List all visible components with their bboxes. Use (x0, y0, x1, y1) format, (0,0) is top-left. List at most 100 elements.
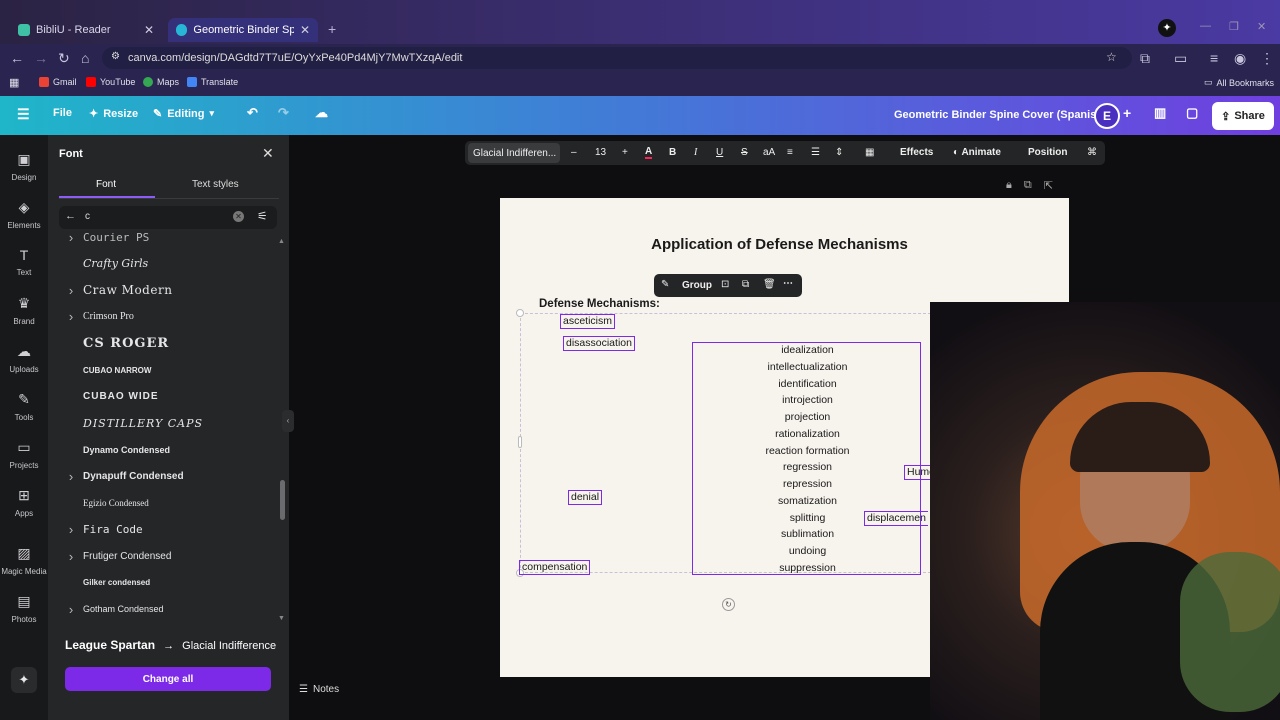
chevron-right-icon[interactable]: › (59, 469, 83, 484)
font-list-item[interactable]: › Dynapuff Condensed (59, 464, 277, 488)
rail-elements[interactable]: ◈ Elements (0, 199, 48, 230)
notes-button[interactable]: ☰ Notes (299, 684, 339, 695)
decrease-size-icon[interactable]: – (571, 147, 577, 158)
duplicate-page-icon[interactable]: ⧉ (1024, 179, 1032, 192)
extensions-icon[interactable]: ⧉ (1140, 50, 1150, 67)
font-list-item[interactable]: Gilker condensed (59, 571, 277, 595)
chevron-right-icon[interactable]: › (59, 231, 83, 245)
chevron-right-icon[interactable]: › (59, 602, 83, 617)
font-list-item[interactable]: CUBAO NARROW (59, 358, 277, 382)
font-list-item[interactable]: › Fira Code (59, 518, 277, 542)
tab-font[interactable]: Font (96, 179, 116, 190)
minimize-icon[interactable]: — (1200, 20, 1211, 32)
spacing-icon[interactable]: ⇕ (835, 147, 843, 158)
chevron-right-icon[interactable]: › (59, 522, 83, 537)
clear-search-icon[interactable]: ✕ (233, 211, 244, 222)
close-tab-icon[interactable]: ✕ (144, 23, 154, 37)
forward-icon[interactable]: → (34, 50, 48, 66)
change-all-button[interactable]: Change all (65, 667, 271, 691)
bookmark-translate[interactable]: Translate (187, 77, 238, 87)
font-list-item[interactable]: › Craw Modern (59, 278, 277, 302)
rail-projects[interactable]: ▭ Projects (0, 439, 48, 470)
address-bar[interactable]: ⚙ canva.com/design/DAGdtd7T7uE/OyYxPe40P… (102, 47, 1132, 69)
font-family-dropdown[interactable]: Glacial Indifferen... (468, 143, 560, 163)
group-button[interactable]: Group (682, 280, 712, 291)
undo-icon[interactable]: ↶ (247, 105, 258, 121)
profile-icon[interactable]: ◉ (1234, 50, 1246, 67)
font-list-item[interactable]: › Gotham Condensed (59, 597, 277, 621)
rail-magic-media[interactable]: ▨ Magic Media (0, 545, 48, 576)
font-list-item[interactable]: DISTILLERY CAPS (59, 411, 277, 435)
back-icon[interactable]: ← (10, 50, 24, 66)
font-list-item[interactable]: CS ROGER (59, 331, 277, 355)
chevron-right-icon[interactable]: › (59, 549, 83, 564)
mechanisms-list-box[interactable]: idealization intellectualization identific… (692, 342, 921, 575)
effects-button[interactable]: Effects (900, 147, 933, 158)
lock-icon[interactable]: ⊡ (721, 279, 729, 290)
bookmark-youtube[interactable]: YouTube (86, 77, 135, 87)
document-title[interactable]: Geometric Binder Spine Cover (Spanish) (894, 109, 1107, 121)
font-list-item[interactable]: Crafty Girls (59, 252, 277, 276)
browser-tab-canva[interactable]: Geometric Binder Spine Cover ✕ (168, 18, 318, 42)
align-center-icon[interactable]: ≡ (787, 147, 793, 158)
underline-icon[interactable]: U (716, 147, 723, 158)
defense-mechanisms-heading[interactable]: Defense Mechanisms: (539, 298, 660, 310)
font-list-item[interactable]: › Crimson Pro (59, 305, 277, 329)
more-options-icon[interactable]: ⋯ (783, 278, 793, 289)
bookmark-maps[interactable]: Maps (143, 77, 179, 87)
bold-icon[interactable]: B (669, 147, 676, 158)
tab-text-styles[interactable]: Text styles (192, 179, 239, 190)
copy-style-icon[interactable]: ⌘ (1087, 147, 1097, 158)
font-size-input[interactable]: 13 (595, 147, 606, 158)
resize-button[interactable]: ✦ Resize (89, 107, 138, 121)
page-title[interactable]: Application of Defense Mechanisms (500, 236, 1059, 253)
media-icon[interactable]: ≡ (1210, 50, 1218, 66)
scroll-up-icon[interactable]: ▲ (278, 238, 285, 245)
selection-handle[interactable] (516, 309, 524, 317)
close-icon[interactable]: ✕ (262, 145, 274, 162)
magic-assistant-icon[interactable]: ✦ (11, 667, 37, 693)
increase-size-icon[interactable]: + (622, 147, 628, 158)
font-list-item[interactable]: Dynamo Condensed (59, 438, 277, 462)
window-close-icon[interactable]: ✕ (1257, 20, 1266, 33)
rail-uploads[interactable]: ☁ Uploads (0, 343, 48, 374)
cast-icon[interactable]: ▭ (1174, 50, 1187, 67)
delete-icon[interactable]: 🗑︎ (763, 279, 776, 290)
lock-icon[interactable]: 🔒︎ (1006, 179, 1012, 192)
bookmark-star-icon[interactable]: ☆ (1106, 50, 1117, 64)
add-page-icon[interactable]: ⇱ (1044, 179, 1053, 192)
text-box-disassociation[interactable]: disassociation (563, 336, 635, 351)
font-list-item[interactable]: Egizio Condensed (59, 491, 277, 515)
browser-tab-bibliu[interactable]: BibliU - Reader ✕ (10, 18, 162, 42)
editing-mode-button[interactable]: ✎ Editing ▾ (153, 107, 214, 121)
collapse-panel-handle[interactable]: ‹ (282, 410, 294, 432)
main-menu-icon[interactable]: ☰ (17, 106, 30, 123)
filter-icon[interactable]: ⚟ (257, 209, 268, 223)
strikethrough-icon[interactable]: S (741, 147, 748, 158)
text-box-denial[interactable]: denial (568, 490, 603, 505)
rail-photos[interactable]: ▤ Photos (0, 593, 48, 624)
list-icon[interactable]: ☰ (811, 147, 820, 158)
menu-icon[interactable]: ⋮ (1260, 50, 1274, 67)
font-list-item[interactable]: CUBAO WIDE (59, 385, 277, 409)
text-box-asceticism[interactable]: asceticism (560, 314, 616, 329)
back-arrow-icon[interactable]: ← (65, 210, 76, 222)
text-box-compensation[interactable]: compensation (519, 560, 591, 575)
gemini-icon[interactable]: ✦ (1158, 19, 1176, 37)
selection-handle[interactable] (518, 436, 522, 448)
insights-icon[interactable]: ▥ (1154, 105, 1166, 121)
case-icon[interactable]: aA (763, 147, 775, 158)
close-tab-icon[interactable]: ✕ (300, 23, 310, 37)
scrollbar-thumb[interactable] (280, 480, 285, 520)
rail-brand[interactable]: ♛ Brand (0, 295, 48, 326)
maximize-icon[interactable]: ❐ (1229, 20, 1239, 33)
rail-text[interactable]: T Text (0, 247, 48, 277)
rail-design[interactable]: ▣ Design (0, 151, 48, 182)
chevron-right-icon[interactable]: › (59, 283, 83, 298)
duplicate-icon[interactable]: ⧉ (742, 279, 749, 290)
file-menu[interactable]: File (53, 107, 72, 119)
magic-edit-icon[interactable]: ✎ (661, 279, 669, 290)
italic-icon[interactable]: I (694, 147, 697, 158)
comments-icon[interactable]: ▢ (1186, 105, 1198, 121)
bookmark-gmail[interactable]: Gmail (39, 77, 77, 87)
